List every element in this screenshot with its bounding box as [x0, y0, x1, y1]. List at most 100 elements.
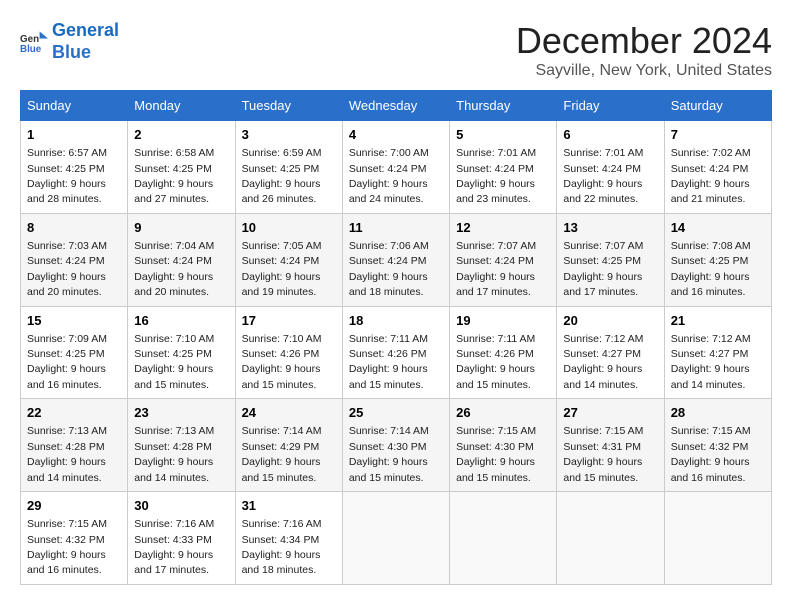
day-number: 8 [27, 219, 121, 237]
day-sunrise: Sunrise: 7:15 AMSunset: 4:32 PMDaylight:… [27, 518, 107, 576]
calendar-day-cell: 12 Sunrise: 7:07 AMSunset: 4:24 PMDaylig… [450, 213, 557, 306]
logo-line1: General [52, 20, 119, 42]
calendar-day-cell: 19 Sunrise: 7:11 AMSunset: 4:26 PMDaylig… [450, 306, 557, 399]
weekday-header-wednesday: Wednesday [342, 91, 449, 121]
day-sunrise: Sunrise: 7:10 AMSunset: 4:25 PMDaylight:… [134, 333, 214, 391]
day-number: 24 [242, 404, 336, 422]
calendar-week-row: 1 Sunrise: 6:57 AMSunset: 4:25 PMDayligh… [21, 121, 772, 214]
day-sunrise: Sunrise: 7:07 AMSunset: 4:25 PMDaylight:… [563, 240, 643, 298]
day-number: 2 [134, 126, 228, 144]
day-sunrise: Sunrise: 7:04 AMSunset: 4:24 PMDaylight:… [134, 240, 214, 298]
calendar-day-cell: 17 Sunrise: 7:10 AMSunset: 4:26 PMDaylig… [235, 306, 342, 399]
calendar-day-cell: 26 Sunrise: 7:15 AMSunset: 4:30 PMDaylig… [450, 399, 557, 492]
day-sunrise: Sunrise: 7:13 AMSunset: 4:28 PMDaylight:… [134, 425, 214, 483]
svg-text:Blue: Blue [20, 43, 42, 54]
day-sunrise: Sunrise: 7:12 AMSunset: 4:27 PMDaylight:… [563, 333, 643, 391]
calendar-day-cell: 2 Sunrise: 6:58 AMSunset: 4:25 PMDayligh… [128, 121, 235, 214]
calendar-day-cell: 27 Sunrise: 7:15 AMSunset: 4:31 PMDaylig… [557, 399, 664, 492]
logo-line2: Blue [52, 42, 119, 64]
calendar-day-cell: 9 Sunrise: 7:04 AMSunset: 4:24 PMDayligh… [128, 213, 235, 306]
calendar-day-cell: 24 Sunrise: 7:14 AMSunset: 4:29 PMDaylig… [235, 399, 342, 492]
day-sunrise: Sunrise: 7:14 AMSunset: 4:30 PMDaylight:… [349, 425, 429, 483]
day-number: 22 [27, 404, 121, 422]
day-number: 4 [349, 126, 443, 144]
day-sunrise: Sunrise: 7:11 AMSunset: 4:26 PMDaylight:… [456, 333, 535, 391]
calendar-day-cell [450, 492, 557, 585]
day-number: 5 [456, 126, 550, 144]
calendar-day-cell: 25 Sunrise: 7:14 AMSunset: 4:30 PMDaylig… [342, 399, 449, 492]
location: Sayville, New York, United States [516, 62, 772, 80]
day-sunrise: Sunrise: 7:03 AMSunset: 4:24 PMDaylight:… [27, 240, 107, 298]
calendar-day-cell: 11 Sunrise: 7:06 AMSunset: 4:24 PMDaylig… [342, 213, 449, 306]
calendar-day-cell: 20 Sunrise: 7:12 AMSunset: 4:27 PMDaylig… [557, 306, 664, 399]
day-sunrise: Sunrise: 7:10 AMSunset: 4:26 PMDaylight:… [242, 333, 322, 391]
calendar-day-cell: 21 Sunrise: 7:12 AMSunset: 4:27 PMDaylig… [664, 306, 771, 399]
day-number: 10 [242, 219, 336, 237]
logo-icon: Gen Blue [20, 28, 48, 56]
calendar-day-cell [664, 492, 771, 585]
calendar-day-cell: 8 Sunrise: 7:03 AMSunset: 4:24 PMDayligh… [21, 213, 128, 306]
weekday-header-tuesday: Tuesday [235, 91, 342, 121]
page-header: Gen Blue General Blue December 2024 Sayv… [20, 20, 772, 80]
calendar-day-cell: 13 Sunrise: 7:07 AMSunset: 4:25 PMDaylig… [557, 213, 664, 306]
day-number: 23 [134, 404, 228, 422]
calendar-day-cell: 14 Sunrise: 7:08 AMSunset: 4:25 PMDaylig… [664, 213, 771, 306]
logo: Gen Blue General Blue [20, 20, 119, 63]
day-sunrise: Sunrise: 7:15 AMSunset: 4:32 PMDaylight:… [671, 425, 751, 483]
day-number: 9 [134, 219, 228, 237]
day-number: 26 [456, 404, 550, 422]
day-sunrise: Sunrise: 7:00 AMSunset: 4:24 PMDaylight:… [349, 147, 429, 205]
day-sunrise: Sunrise: 7:11 AMSunset: 4:26 PMDaylight:… [349, 333, 428, 391]
day-sunrise: Sunrise: 7:01 AMSunset: 4:24 PMDaylight:… [456, 147, 536, 205]
calendar-day-cell: 1 Sunrise: 6:57 AMSunset: 4:25 PMDayligh… [21, 121, 128, 214]
calendar-day-cell: 30 Sunrise: 7:16 AMSunset: 4:33 PMDaylig… [128, 492, 235, 585]
day-sunrise: Sunrise: 6:59 AMSunset: 4:25 PMDaylight:… [242, 147, 322, 205]
day-number: 3 [242, 126, 336, 144]
weekday-header-row: SundayMondayTuesdayWednesdayThursdayFrid… [21, 91, 772, 121]
day-number: 27 [563, 404, 657, 422]
calendar-week-row: 8 Sunrise: 7:03 AMSunset: 4:24 PMDayligh… [21, 213, 772, 306]
weekday-header-sunday: Sunday [21, 91, 128, 121]
day-sunrise: Sunrise: 7:01 AMSunset: 4:24 PMDaylight:… [563, 147, 643, 205]
day-number: 17 [242, 312, 336, 330]
day-sunrise: Sunrise: 7:15 AMSunset: 4:31 PMDaylight:… [563, 425, 643, 483]
calendar-day-cell: 28 Sunrise: 7:15 AMSunset: 4:32 PMDaylig… [664, 399, 771, 492]
weekday-header-thursday: Thursday [450, 91, 557, 121]
day-sunrise: Sunrise: 7:16 AMSunset: 4:33 PMDaylight:… [134, 518, 214, 576]
calendar-day-cell: 4 Sunrise: 7:00 AMSunset: 4:24 PMDayligh… [342, 121, 449, 214]
title-block: December 2024 Sayville, New York, United… [516, 20, 772, 80]
day-sunrise: Sunrise: 7:08 AMSunset: 4:25 PMDaylight:… [671, 240, 751, 298]
calendar-day-cell: 18 Sunrise: 7:11 AMSunset: 4:26 PMDaylig… [342, 306, 449, 399]
day-number: 11 [349, 219, 443, 237]
day-number: 31 [242, 497, 336, 515]
calendar-day-cell: 22 Sunrise: 7:13 AMSunset: 4:28 PMDaylig… [21, 399, 128, 492]
day-number: 19 [456, 312, 550, 330]
day-number: 13 [563, 219, 657, 237]
day-sunrise: Sunrise: 7:16 AMSunset: 4:34 PMDaylight:… [242, 518, 322, 576]
month-title: December 2024 [516, 20, 772, 62]
day-number: 1 [27, 126, 121, 144]
calendar-day-cell: 5 Sunrise: 7:01 AMSunset: 4:24 PMDayligh… [450, 121, 557, 214]
calendar-day-cell: 6 Sunrise: 7:01 AMSunset: 4:24 PMDayligh… [557, 121, 664, 214]
weekday-header-saturday: Saturday [664, 91, 771, 121]
day-number: 28 [671, 404, 765, 422]
day-sunrise: Sunrise: 7:13 AMSunset: 4:28 PMDaylight:… [27, 425, 107, 483]
day-number: 15 [27, 312, 121, 330]
calendar-week-row: 22 Sunrise: 7:13 AMSunset: 4:28 PMDaylig… [21, 399, 772, 492]
day-sunrise: Sunrise: 6:57 AMSunset: 4:25 PMDaylight:… [27, 147, 107, 205]
day-number: 6 [563, 126, 657, 144]
calendar-day-cell: 10 Sunrise: 7:05 AMSunset: 4:24 PMDaylig… [235, 213, 342, 306]
calendar-day-cell: 23 Sunrise: 7:13 AMSunset: 4:28 PMDaylig… [128, 399, 235, 492]
calendar-week-row: 29 Sunrise: 7:15 AMSunset: 4:32 PMDaylig… [21, 492, 772, 585]
calendar-day-cell: 3 Sunrise: 6:59 AMSunset: 4:25 PMDayligh… [235, 121, 342, 214]
day-sunrise: Sunrise: 7:14 AMSunset: 4:29 PMDaylight:… [242, 425, 322, 483]
calendar-day-cell [342, 492, 449, 585]
day-sunrise: Sunrise: 7:07 AMSunset: 4:24 PMDaylight:… [456, 240, 536, 298]
day-sunrise: Sunrise: 7:09 AMSunset: 4:25 PMDaylight:… [27, 333, 107, 391]
calendar-day-cell: 7 Sunrise: 7:02 AMSunset: 4:24 PMDayligh… [664, 121, 771, 214]
day-number: 18 [349, 312, 443, 330]
day-number: 20 [563, 312, 657, 330]
calendar-day-cell: 16 Sunrise: 7:10 AMSunset: 4:25 PMDaylig… [128, 306, 235, 399]
day-sunrise: Sunrise: 7:06 AMSunset: 4:24 PMDaylight:… [349, 240, 429, 298]
weekday-header-monday: Monday [128, 91, 235, 121]
